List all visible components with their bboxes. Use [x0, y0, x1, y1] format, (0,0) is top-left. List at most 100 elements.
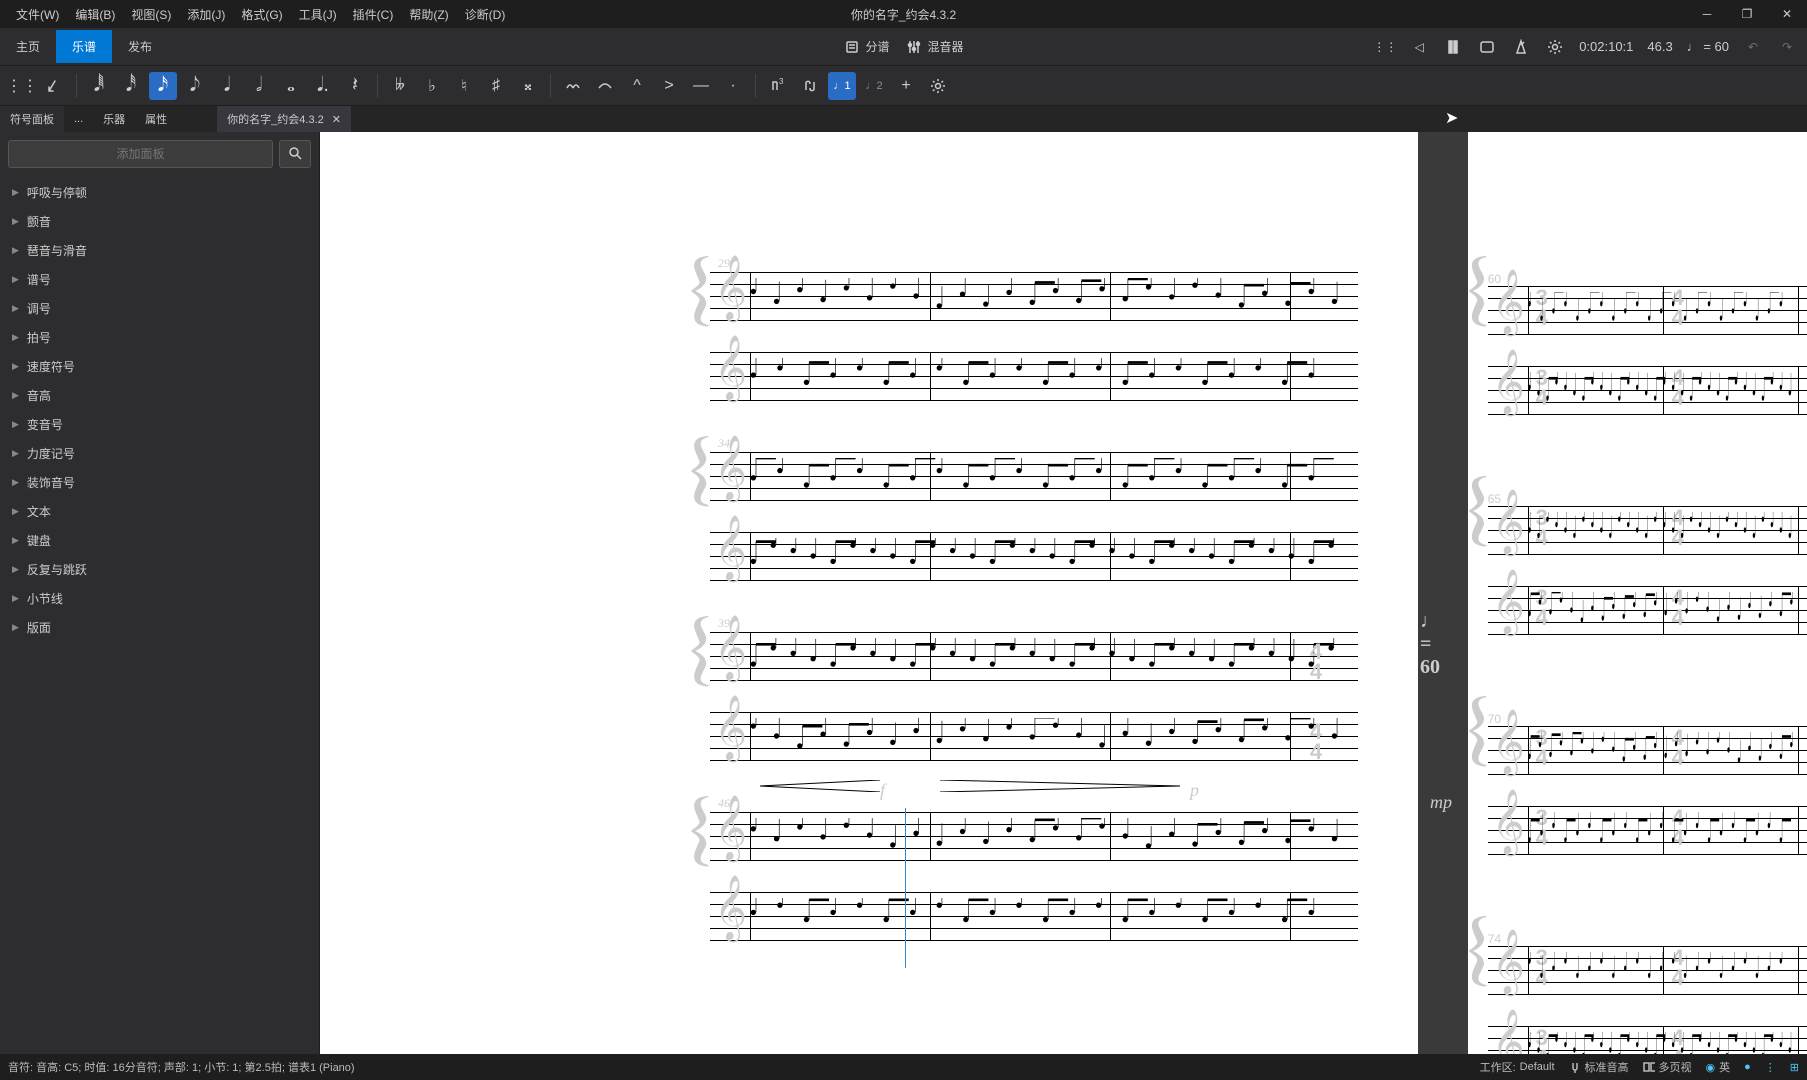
pause-button[interactable] — [1443, 37, 1463, 57]
slur-button[interactable] — [591, 72, 619, 100]
palette-item-0[interactable]: ▶呼吸与停顿 — [8, 178, 311, 207]
parts-button[interactable]: 分谱 — [843, 38, 889, 55]
treble-clef-icon: 𝄞 — [1492, 714, 1525, 770]
timesig-44-lower: 44 — [1306, 722, 1326, 762]
toolbar-settings-button[interactable] — [924, 72, 952, 100]
treble-clef-icon: 𝄞 — [1492, 494, 1525, 550]
view-mode[interactable]: 多页视 — [1643, 1059, 1692, 1075]
menu-edit[interactable]: 编辑(B) — [67, 2, 123, 27]
treble-clef-icon: 𝄞 — [1492, 934, 1525, 990]
double-flat-button[interactable]: 𝄫 — [386, 72, 414, 100]
loop-button[interactable] — [1477, 37, 1497, 57]
voice-2-button[interactable]: ♩2 — [860, 72, 888, 100]
palette-item-8[interactable]: ▶变音号 — [8, 410, 311, 439]
sharp-button[interactable]: ♯ — [482, 72, 510, 100]
status-selection: 音符: 音高: C5; 时值: 16分音符; 声部: 1; 小节: 1; 第2.… — [8, 1059, 355, 1075]
rest-button[interactable]: 𝄽 — [341, 72, 369, 100]
tab-publish[interactable]: 发布 — [112, 30, 168, 63]
palette-item-13[interactable]: ▶反复与跳跃 — [8, 555, 311, 584]
toolbar-grip-icon[interactable]: ⋮⋮ — [8, 72, 36, 100]
palette-item-12[interactable]: ▶键盘 — [8, 526, 311, 555]
notes — [750, 538, 1348, 574]
treble-staff: 𝄞3444 — [1488, 946, 1807, 994]
rewind-button[interactable]: ◁ — [1409, 37, 1429, 57]
menu-view[interactable]: 视图(S) — [123, 2, 179, 27]
tenuto-button[interactable]: — — [687, 72, 715, 100]
natural-button[interactable]: ♮ — [450, 72, 478, 100]
duration-64th[interactable]: 𝅘𝅥𝅱 — [85, 72, 113, 100]
palette-item-6[interactable]: ▶速度符号 — [8, 352, 311, 381]
palette-item-2[interactable]: ▶琶音与滑音 — [8, 236, 311, 265]
palette-item-15[interactable]: ▶版面 — [8, 613, 311, 642]
window-close[interactable]: ✕ — [1767, 0, 1807, 28]
menu-plugins[interactable]: 插件(C) — [345, 2, 402, 27]
dot-button[interactable]: 𝅘𝅥. — [309, 72, 337, 100]
palette-item-4[interactable]: ▶调号 — [8, 294, 311, 323]
palette-item-11[interactable]: ▶文本 — [8, 497, 311, 526]
redo-button[interactable]: ↷ — [1777, 37, 1797, 57]
menu-diagnostic[interactable]: 诊断(D) — [457, 2, 514, 27]
double-sharp-button[interactable]: 𝄪 — [514, 72, 542, 100]
settings-button[interactable] — [1545, 37, 1565, 57]
palette-item-label: 呼吸与停顿 — [27, 184, 87, 201]
palette-item-9[interactable]: ▶力度记号 — [8, 439, 311, 468]
tray-icon-1[interactable]: ● — [1744, 1061, 1751, 1073]
marcato-button[interactable]: ^ — [623, 72, 651, 100]
duration-whole[interactable]: 𝅝 — [277, 72, 305, 100]
workspace-selector[interactable]: 工作区: Default — [1480, 1059, 1555, 1075]
duration-8th[interactable]: 𝅘𝅥𝅮 — [181, 72, 209, 100]
sidebar-tab-properties[interactable]: 属性 — [135, 106, 177, 132]
close-icon[interactable]: ✕ — [332, 113, 341, 126]
tray-icon-3[interactable]: ⊞ — [1790, 1061, 1799, 1074]
accent-button[interactable]: > — [655, 72, 683, 100]
menu-format[interactable]: 格式(G) — [233, 2, 290, 27]
tie-button[interactable] — [559, 72, 587, 100]
palette-item-1[interactable]: ▶颤音 — [8, 207, 311, 236]
bass-staff: 𝄞 — [710, 712, 1358, 760]
duration-32nd[interactable]: 𝅘𝅥𝅰 — [117, 72, 145, 100]
duration-16th[interactable]: 𝅘𝅥𝅯 — [149, 72, 177, 100]
palette-item-7[interactable]: ▶音高 — [8, 381, 311, 410]
pitch-standard[interactable]: 标准音高 — [1569, 1059, 1629, 1075]
bpm-readout: 46.3 — [1647, 39, 1672, 54]
menu-help[interactable]: 帮助(Z) — [401, 2, 456, 27]
chevron-right-icon: ▶ — [12, 361, 19, 372]
note-input-button[interactable] — [40, 72, 68, 100]
staccato-button[interactable]: · — [719, 72, 747, 100]
tray-icon-2[interactable]: ⋮ — [1765, 1061, 1776, 1074]
search-button[interactable] — [279, 140, 311, 168]
palette-item-3[interactable]: ▶谱号 — [8, 265, 311, 294]
menu-file[interactable]: 文件(W) — [8, 2, 67, 27]
sidebar-tab-palette[interactable]: 符号面板 — [0, 106, 64, 132]
duration-quarter[interactable]: 𝅘𝅥 — [213, 72, 241, 100]
palette-item-14[interactable]: ▶小节线 — [8, 584, 311, 613]
menu-tools[interactable]: 工具(J) — [291, 2, 345, 27]
grip-icon[interactable]: ⋮⋮ — [1375, 37, 1395, 57]
palette-search-input[interactable] — [8, 140, 273, 168]
undo-button[interactable]: ↶ — [1743, 37, 1763, 57]
ime-indicator[interactable]: ◉ 英 — [1706, 1059, 1731, 1075]
sidebar-tab-instruments[interactable]: 乐器 — [93, 106, 135, 132]
bass-staff: 𝄞 — [710, 892, 1358, 940]
metronome-button[interactable] — [1511, 37, 1531, 57]
sidebar-tab-more[interactable]: ... — [64, 106, 93, 132]
tab-home[interactable]: 主页 — [0, 30, 56, 63]
menu-add[interactable]: 添加(J) — [179, 2, 233, 27]
statusbar: 音符: 音高: C5; 时值: 16分音符; 声部: 1; 小节: 1; 第2.… — [0, 1054, 1807, 1080]
add-button[interactable]: + — [892, 72, 920, 100]
document-tab[interactable]: 你的名字_约会4.3.2 ✕ — [217, 106, 351, 132]
tab-score[interactable]: 乐谱 — [56, 30, 112, 63]
score-canvas[interactable]: 29𝄔𝄞𝄞34𝄔𝄞𝄞39𝄔𝄞𝄞46𝄔𝄞𝄞 ♩ = 60 f p mp 44 44… — [320, 132, 1807, 1054]
palette-item-10[interactable]: ▶装饰音号 — [8, 468, 311, 497]
tuplet-button[interactable]: 3 — [764, 72, 792, 100]
bass-staff: 𝄞3444 — [1488, 586, 1807, 634]
voice-1-button[interactable]: ♩1 — [828, 72, 856, 100]
palette-item-5[interactable]: ▶拍号 — [8, 323, 311, 352]
tabstrip: 符号面板 ... 乐器 属性 你的名字_约会4.3.2 ✕ — [0, 106, 1807, 132]
duration-half[interactable]: 𝅗𝅥 — [245, 72, 273, 100]
window-minimize[interactable]: ─ — [1687, 0, 1727, 28]
mixer-button[interactable]: 混音器 — [906, 38, 964, 55]
flat-button[interactable]: ♭ — [418, 72, 446, 100]
flip-button[interactable] — [796, 72, 824, 100]
window-maximize[interactable]: ❐ — [1727, 0, 1767, 28]
